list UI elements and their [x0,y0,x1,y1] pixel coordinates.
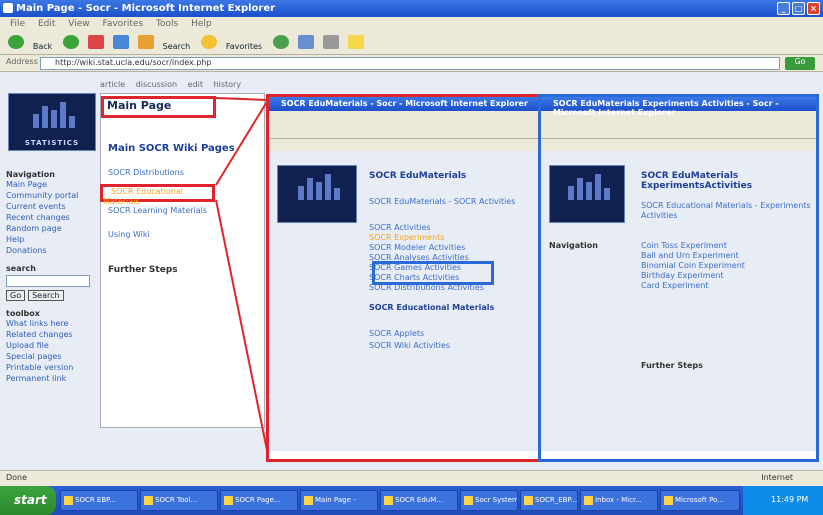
win2-heading: SOCR EduMaterials [369,171,467,181]
win3-section: Further Steps [641,361,703,370]
task-item-9[interactable]: Microsoft Po... [660,490,740,511]
task-icon [464,496,473,505]
task-item-1[interactable]: SOCR EBP... [60,490,138,511]
win2-title-bar: SOCR EduMaterials - Socr - Microsoft Int… [269,97,539,111]
task-label: Socr System [475,496,518,504]
win2-title: SOCR EduMaterials - Socr - Microsoft Int… [281,99,528,108]
task-label: Microsoft Po... [675,496,724,504]
win2-address[interactable] [269,139,539,151]
task-item-5[interactable]: SOCR EduM... [380,490,458,511]
win2-sub: SOCR EduMaterials - SOCR Activities [369,197,516,206]
status-bar: Done Internet [0,470,823,486]
task-label: SOCR Page... [235,496,281,504]
clock[interactable]: 11:49 PM [771,495,808,504]
task-label: SOCR EduM... [395,496,443,504]
win3-nav-title: Navigation [549,241,598,250]
win3-link-binomial[interactable]: Binomial Coin Experiment [641,261,811,271]
win3-toolbar [541,121,816,139]
win2-menu [269,111,539,121]
win2-link2-wiki[interactable]: SOCR Wiki Activities [369,341,450,351]
task-label: Inbox - Micr... [595,496,642,504]
window-experiments: SOCR EduMaterials Experiments Activities… [538,94,819,462]
task-label: SOCR EBP... [75,496,116,504]
win3-link-birthday[interactable]: Birthday Experiment [641,271,811,281]
win3-link-list: Coin Toss Experiment Ball and Urn Experi… [641,241,811,291]
task-item-6[interactable]: Socr System [460,490,518,511]
win3-page: SOCR EduMaterials ExperimentsActivities … [541,151,816,451]
win3-sub: SOCR Educational Materials - Experiments… [641,201,811,220]
win2-page: SOCR EduMaterials SOCR EduMaterials - SO… [269,151,539,451]
win3-heading: SOCR EduMaterials ExperimentsActivities [641,171,753,191]
task-icon [584,496,593,505]
win2-link-activities[interactable]: SOCR Activities [369,223,519,233]
task-item-7[interactable]: SOCR_EBP... [520,490,578,511]
task-item-2[interactable]: SOCR Tool... [140,490,218,511]
task-icon [384,496,393,505]
win2-link-modeler[interactable]: SOCR Modeler Activities [369,243,519,253]
task-label: SOCR_EBP... [535,496,578,504]
win3-title-bar: SOCR EduMaterials Experiments Activities… [541,97,816,117]
start-button[interactable]: start [0,486,56,515]
task-icon [64,496,73,505]
task-item-4[interactable]: Main Page - [300,490,378,511]
task-label: SOCR Tool... [155,496,198,504]
task-label: Main Page - [315,496,356,504]
win2-toolbar [269,121,539,139]
task-icon [144,496,153,505]
win3-link-card[interactable]: Card Experiment [641,281,811,291]
win2-section: SOCR Educational Materials [369,303,495,312]
task-icon [224,496,233,505]
task-icon [304,496,313,505]
highlight-experiments-link [372,261,494,285]
task-icon [524,496,533,505]
win3-link-coin[interactable]: Coin Toss Experiment [641,241,811,251]
win2-link2-applets[interactable]: SOCR Applets [369,329,424,339]
win3-link-urn[interactable]: Ball and Urn Experiment [641,251,811,261]
win2-link-experiments[interactable]: SOCR Experiments [369,233,519,243]
task-item-3[interactable]: SOCR Page... [220,490,298,511]
system-tray: 11:49 PM [743,486,823,515]
win3-address[interactable] [541,139,816,151]
task-icon [664,496,673,505]
status-zone: Internet [761,473,793,482]
status-text: Done [6,473,28,482]
task-item-8[interactable]: Inbox - Micr... [580,490,658,511]
taskbar: start SOCR EBP... SOCR Tool... SOCR Page… [0,486,823,515]
win3-logo [549,165,625,223]
win2-logo [277,165,357,223]
